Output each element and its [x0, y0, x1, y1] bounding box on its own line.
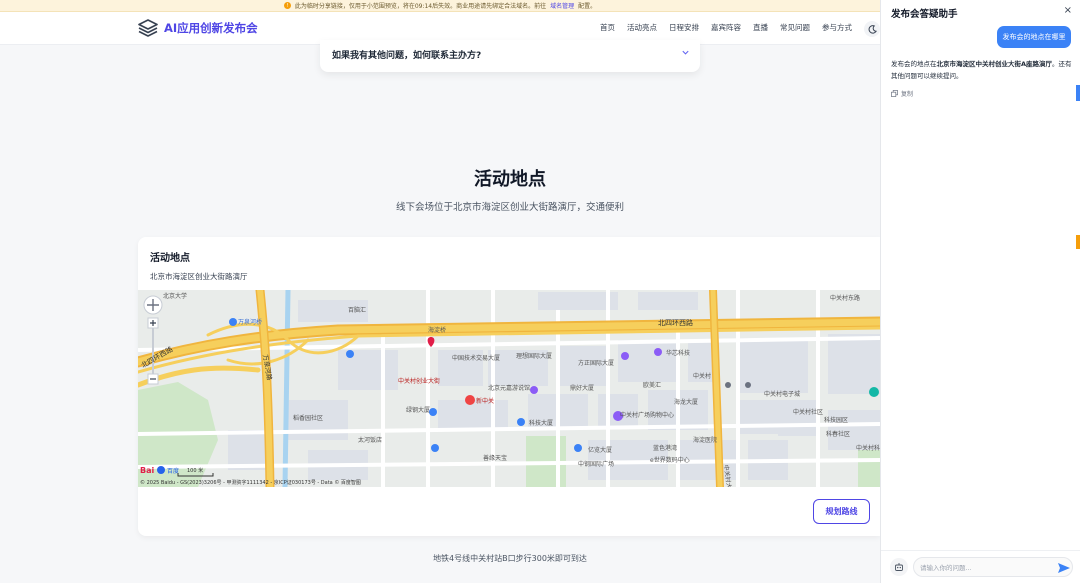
chat-composer: 请输入你的问题... — [881, 550, 1080, 583]
notice-tail: 配置。 — [578, 3, 597, 10]
map-label-b18: 绿钢大厦 — [406, 406, 430, 414]
map-label-b10: 欧美汇 — [643, 381, 661, 389]
nav-highlights[interactable]: 活动亮点 — [627, 22, 657, 33]
map-label-b14: 中钢国际广场 — [578, 460, 614, 468]
chat-title: 发布会答疑助手 — [891, 9, 958, 20]
warning-icon: ! — [283, 2, 291, 9]
map-label-b26: 中关村科学院 — [856, 444, 880, 452]
scrollbar-accent-2 — [1076, 235, 1080, 249]
nav-home[interactable]: 首页 — [600, 22, 615, 33]
nav-faq[interactable]: 常见问题 — [780, 22, 810, 33]
section-subtitle: 线下会场位于北京市海淀区创业大街路演厅，交通便利 — [395, 202, 624, 213]
map-label-b27: 百脑汇 — [348, 306, 366, 314]
assistant-message-location: 北京市海淀区中关村创业大街A座路演厅 — [936, 60, 1053, 68]
map-label-b19: 太河饭店 — [358, 436, 382, 444]
metro-info: 地铁4号线中关村站B口步行300米即可到达 — [433, 554, 587, 563]
section-title: 活动地点 — [474, 169, 546, 190]
notice-link[interactable]: 域名管理 — [550, 1, 574, 10]
nav-join[interactable]: 参与方式 — [822, 22, 852, 33]
map-label-b6: 鼎好大厦 — [570, 384, 594, 392]
main-nav: 首页 活动亮点 日程安排 嘉宾阵容 直播 常见问题 参与方式 — [600, 22, 852, 33]
map-label-b2: 理想国际大厦 — [516, 352, 552, 360]
map-label-bridge2: 万泉河桥 — [238, 318, 262, 326]
map-label-bridge: 海淀桥 — [428, 326, 446, 334]
close-icon[interactable]: × — [1064, 5, 1072, 16]
map-label-beida: 北京大学 — [163, 292, 187, 300]
map-label-b9: 科技大厦 — [529, 419, 553, 427]
faq-question: 如果我有其他问题，如何联系主办方? — [332, 51, 482, 61]
map-label-b28: 中关村东路 — [830, 294, 860, 302]
map-label-b4: 华芯科技 — [666, 349, 690, 357]
nav-live[interactable]: 直播 — [753, 22, 768, 33]
user-message: 发布会的地点在哪里 — [997, 26, 1071, 48]
robot-icon — [895, 563, 903, 571]
map-scale-label: 100 米 — [187, 467, 203, 474]
chevron-down-icon — [682, 50, 689, 55]
map-brand: Bai — [140, 466, 154, 475]
scrollbar-accent — [1076, 85, 1080, 101]
notice-bar: ! 此为临时分享链接，仅用于小范围预览，将在09:14后失效。商业用途请先绑定合… — [0, 0, 880, 12]
map-label-b20: 稻香园社区 — [293, 414, 323, 422]
baidu-paw-icon — [157, 466, 165, 474]
send-icon[interactable] — [1057, 561, 1071, 575]
map-copyright: © 2025 Baidu - GS(2023)3206号 - 甲测资字11113… — [140, 479, 361, 486]
map-label-b22: 科技园区 — [824, 416, 848, 424]
logo[interactable]: AI应用创新发布会 — [138, 19, 258, 37]
map-label-b16: 善缘天宝 — [483, 454, 507, 462]
faq-item[interactable]: 如果我有其他问题，如何联系主办方? — [320, 40, 700, 72]
chat-panel: 发布会答疑助手 × 发布会的地点在哪里 发布会的地点在北京市海淀区中关村创业大街… — [880, 0, 1080, 583]
map-label-b21: 中关村社区 — [793, 408, 823, 416]
map-label-b1: 中国技术交易大厦 — [452, 354, 500, 362]
map-label-b23: 海淀医院 — [693, 436, 717, 444]
assistant-message-pre: 发布会的地点在 — [891, 60, 937, 68]
logo-text: AI应用创新发布会 — [164, 21, 258, 35]
copy-label: 复制 — [901, 91, 914, 98]
nav-schedule[interactable]: 日程安排 — [669, 22, 699, 33]
map-label-b7: 海龙大厦 — [674, 398, 698, 406]
location-address: 北京市海淀区创业大街路演厅 — [150, 272, 248, 281]
copy-icon — [891, 90, 898, 97]
map-label-b11: 中关村创业大街 — [398, 377, 440, 385]
map-label-b29: 中关村 — [693, 372, 711, 380]
map-canvas: 北四环西路 北四环西路 万泉河路 海淀桥 万泉河桥 中关村大街 北京大学 中国技… — [138, 290, 880, 487]
nav-speakers[interactable]: 嘉宾阵容 — [711, 22, 741, 33]
map-label-b17: 蓝色港湾 — [653, 444, 677, 452]
location-card: 活动地点 北京市海淀区创业大街路演厅 北四环西路 北四环西路 万泉河路 海淀桥 … — [138, 237, 880, 536]
map-label-b13: 亿览大厦 — [588, 446, 612, 454]
map-label-b24: 中关村电子城 — [764, 390, 800, 398]
chat-input[interactable]: 请输入你的问题... — [913, 557, 1073, 577]
map-label-b3: 方正国际大厦 — [578, 359, 614, 367]
map-label-b15: e世界数码中心 — [650, 456, 690, 464]
moon-icon — [868, 24, 877, 34]
layers-icon — [138, 19, 158, 37]
plan-route-button[interactable]: 规划路线 — [813, 499, 870, 524]
map-label-b25: 科春社区 — [826, 430, 850, 438]
map-brand-cn: 百度 — [167, 467, 179, 475]
copy-button[interactable]: 复制 — [891, 89, 913, 98]
map-label-b8: 中关村广场购物中心 — [620, 411, 674, 419]
notice-text: 此为临时分享链接，仅用于小范围预览，将在09:14后失效。商业用途请先绑定合法域… — [294, 3, 547, 10]
map-view[interactable]: 北四环西路 北四环西路 万泉河路 海淀桥 万泉河桥 中关村大街 北京大学 中国技… — [138, 290, 880, 487]
road-label-north4: 北四环西路 — [658, 318, 693, 327]
location-card-title: 活动地点 — [150, 253, 190, 264]
map-label-b5: 北京元嘉游说馆 — [488, 384, 530, 392]
bot-avatar — [890, 558, 908, 576]
map-label-b12: 新中关 — [476, 397, 494, 405]
theme-toggle-button[interactable] — [864, 21, 880, 37]
assistant-message: 发布会的地点在北京市海淀区中关村创业大街A座路演厅。还有其他问题可以继续提问。 — [891, 58, 1073, 82]
